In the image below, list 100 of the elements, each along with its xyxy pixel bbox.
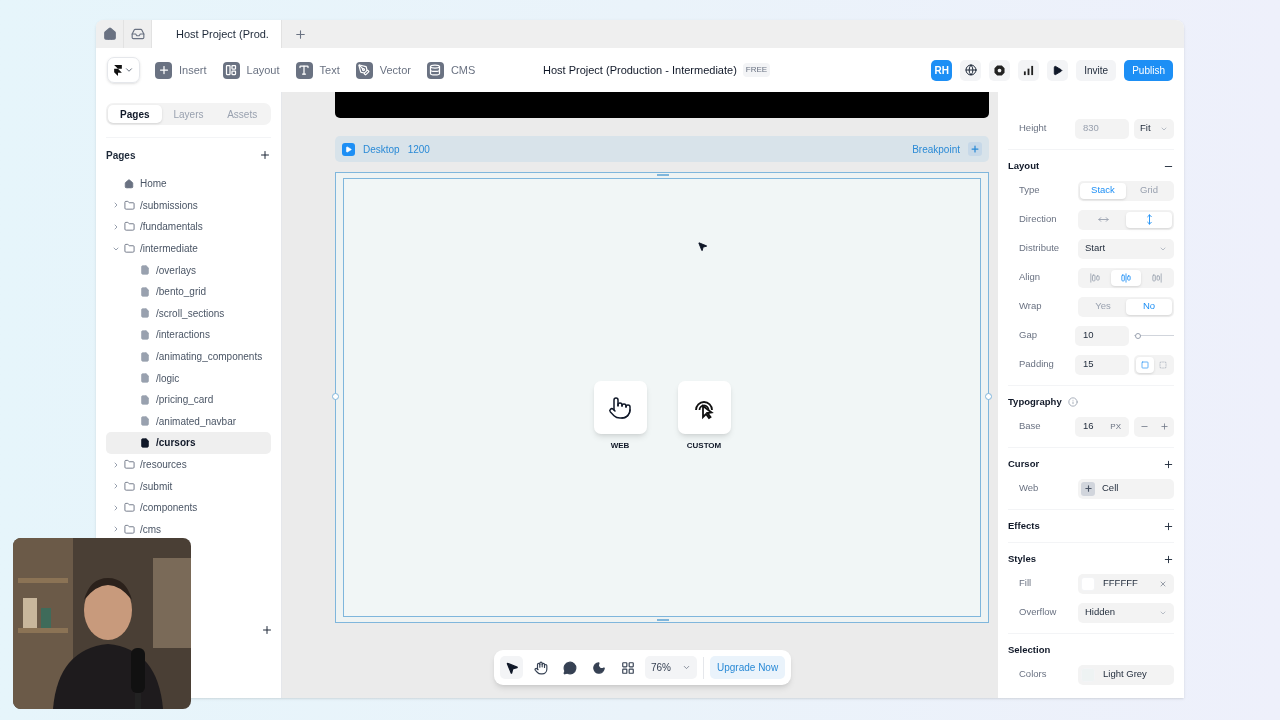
folder-icon [124,480,135,492]
info-icon[interactable] [1067,397,1078,407]
sidebar-tab[interactable]: Pages [108,105,162,123]
add-breakpoint-icon[interactable] [968,142,982,156]
page-tree-item[interactable]: /intermediate [106,237,271,260]
align-left-icon [1090,272,1101,283]
page-tree-item[interactable]: /fundamentals [106,216,271,238]
padding-mode-option[interactable] [1136,356,1154,373]
select-field[interactable]: Start [1078,238,1174,259]
analytics-button[interactable] [1018,59,1040,81]
page-icon [140,351,150,362]
add-icon[interactable] [1163,553,1174,565]
property-label: Base [1019,419,1041,434]
mouse-pointer-icon [697,241,708,252]
page-tree-item[interactable]: /interactions [106,324,271,346]
play-preview-icon[interactable] [342,142,355,156]
page-tree-item[interactable]: /overlays [106,259,271,281]
uniform-padding-icon [1141,360,1149,369]
framer-logo-icon [113,64,122,76]
page-icon [140,308,150,319]
chevron-icon [682,663,691,672]
toolbar-tool-button[interactable]: Insert [155,57,207,83]
page-icon [140,373,150,384]
section-heading: Layout [1008,158,1040,173]
padding-field[interactable]: 15 [1075,354,1129,375]
page-tree-item[interactable]: /components [106,496,271,519]
cursor-card[interactable] [593,381,647,434]
property-label: Gap [1019,328,1037,343]
segment-option[interactable] [1110,269,1142,286]
page-tree-item[interactable]: /pricing_card [106,388,271,411]
page-icon [140,286,150,297]
play-icon [1052,64,1064,76]
property-label: Wrap [1019,299,1042,314]
cursor-card-label: WEB [610,440,630,452]
selected-frame[interactable]: WEB CUSTOM [335,172,989,623]
add-page-icon[interactable] [259,149,271,161]
chevron-icon [123,65,134,75]
preview-button[interactable] [1047,59,1069,81]
home-icon [102,27,117,41]
remove-icon[interactable] [1159,579,1167,588]
toolbar-tool-button[interactable]: CMS [426,57,476,83]
new-tab-icon[interactable] [294,27,307,41]
page-tree-item[interactable]: /submit [106,475,271,497]
cursor-card[interactable] [677,381,731,434]
browser-tab[interactable] [96,20,124,48]
project-menu-button[interactable] [107,57,140,83]
grid-icon [620,660,635,675]
resize-handle[interactable] [985,393,992,400]
canvas-tool-button[interactable] [500,656,523,679]
zoom-select[interactable]: 76% [645,656,697,679]
folder-icon [124,199,135,211]
toolbar-tool-button[interactable]: Vector [355,57,411,83]
folder-icon [124,459,135,470]
toolbar-tool-button[interactable]: Text [295,57,340,83]
page-tree-item[interactable]: /bento_grid [106,280,271,303]
page-tree-item[interactable]: /resources [106,453,271,476]
segment-option[interactable]: Stack [1080,182,1126,199]
plan-badge: FREE [742,63,771,78]
toolbar-tool-button[interactable]: Layout [222,57,280,83]
moon-icon [591,660,606,675]
cursor-card-label: CUSTOM [686,440,722,452]
browser-tab[interactable]: Host Project (Prod. [152,20,282,48]
color-field[interactable]: Light Grey [1078,664,1174,685]
page-tree-item[interactable]: /submissions [106,194,271,217]
font-size-field[interactable]: 16 PX [1075,416,1129,437]
page-tree-item[interactable]: /scroll_sections [106,302,271,325]
property-label: Web [1019,481,1039,496]
page-tree-item[interactable]: /cursors [106,432,271,454]
gap-field[interactable]: 10 [1075,325,1129,346]
pen-icon [355,61,373,79]
align-right-icon [1151,272,1162,283]
pages-heading: Pages [106,148,136,163]
page-tree-item[interactable]: /animating_components [106,345,271,368]
page-icon [140,265,150,276]
folder-icon [124,523,135,535]
gap-slider[interactable] [1134,331,1174,340]
globe-button[interactable] [960,59,982,81]
cursor-select[interactable]: Cell [1078,478,1174,499]
add-icon[interactable] [261,624,273,636]
horizontal-arrow-icon [1097,214,1109,225]
color-field[interactable]: FFFFFF [1078,573,1174,594]
add-icon[interactable] [1163,458,1174,470]
increment-icon[interactable] [1159,422,1169,431]
add-icon[interactable] [1163,520,1174,532]
project-title: Host Project (Production - Intermediate) [543,63,737,78]
folder-icon [124,502,135,514]
page-tree-item[interactable]: Home [106,173,271,195]
page-tree-item[interactable]: /animated_navbar [106,410,271,433]
inbox-icon [130,27,145,41]
page-tree-item[interactable]: /logic [106,367,271,389]
globe-icon [964,64,977,76]
invite-button[interactable]: Invite [1076,59,1117,81]
settings-button[interactable] [989,59,1011,81]
select-field[interactable]: Hidden [1078,602,1174,623]
segment-option[interactable] [1126,211,1172,228]
resize-handle[interactable] [657,619,669,621]
resize-handle[interactable] [332,393,339,400]
page-tree-item[interactable]: /cms [106,518,271,541]
resize-handle[interactable] [657,174,669,176]
breakpoint-width: 1200 [407,142,430,157]
